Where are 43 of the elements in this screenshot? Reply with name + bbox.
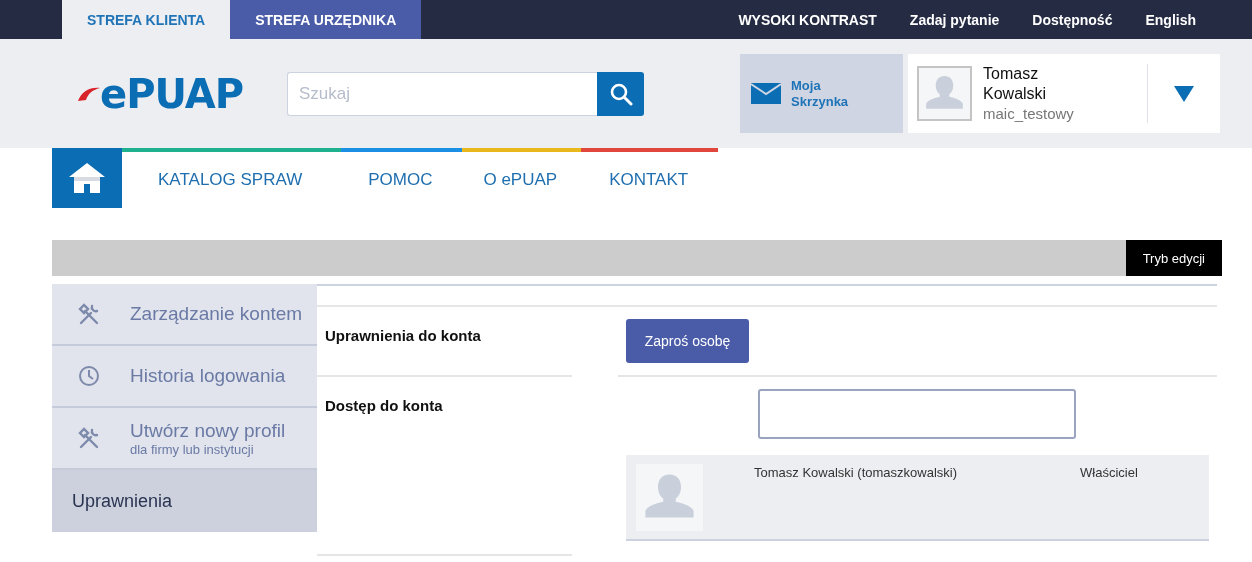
nav-link[interactable]: POMOC — [368, 170, 433, 190]
sidebar-item[interactable]: Historia logowania — [52, 346, 317, 408]
sidebar-item[interactable]: Zarządzanie kontem — [52, 284, 317, 346]
sidebar-label: Zarządzanie kontem — [130, 303, 303, 325]
logo: ePUAP — [100, 73, 243, 114]
tools-icon — [78, 303, 100, 325]
user-name: Tomasz Kowalski — [983, 64, 1048, 104]
section-title: Dostęp do konta — [317, 377, 572, 556]
sidebar-label: Utwórz nowy profil — [130, 419, 286, 442]
invite-button[interactable]: Zaproś osobę — [626, 319, 749, 363]
section-title: Uprawnienia do konta — [317, 307, 572, 377]
tools-icon — [78, 427, 100, 449]
mailbox-button[interactable]: Moja Skrzynka — [740, 54, 903, 133]
member-name: Tomasz Kowalski (tomaszkowalski) — [754, 464, 958, 482]
edit-mode-button[interactable]: Tryb edycji — [1125, 240, 1222, 276]
top-link[interactable]: English — [1145, 11, 1196, 28]
logo-swoosh-icon — [78, 86, 100, 101]
top-link[interactable]: WYSOKI KONTRAST — [738, 11, 877, 28]
sidebar-label: Historia logowania — [130, 365, 286, 387]
sidebar-item[interactable]: Utwórz nowy profil dla firmy lub instytucji — [52, 408, 317, 470]
avatar-icon — [636, 464, 703, 531]
caret-icon — [1174, 85, 1194, 102]
top-link[interactable]: Zadaj pytanie — [909, 11, 1000, 28]
search-icon — [608, 81, 633, 106]
sidebar-label: Uprawnienia — [72, 490, 173, 512]
member-role: Właściciel — [1080, 464, 1138, 482]
search-button[interactable] — [597, 71, 644, 116]
sidebar-sublabel: dla firmy lub instytucji — [130, 441, 255, 457]
home-icon — [69, 163, 105, 193]
clock-icon — [78, 365, 100, 387]
sidebar-item[interactable]: Uprawnienia — [52, 470, 317, 532]
avatar-icon — [917, 66, 972, 121]
input-field[interactable] — [758, 389, 1076, 439]
home-button[interactable] — [52, 148, 122, 208]
nav-link[interactable]: KONTAKT — [609, 170, 689, 190]
user-login: maic_testowy — [983, 104, 1075, 123]
top-link[interactable]: Dostępność — [1032, 11, 1113, 28]
zone-tab[interactable]: STREFA URZĘDNIKA — [230, 0, 422, 39]
nav-link[interactable]: KATALOG SPRAW — [158, 170, 303, 190]
search-field[interactable]: Szukaj — [287, 71, 597, 116]
nav-link[interactable]: O ePUAP — [483, 170, 558, 190]
zone-tab[interactable]: STREFA KLIENTA — [62, 0, 231, 39]
envelope-icon — [751, 83, 781, 104]
